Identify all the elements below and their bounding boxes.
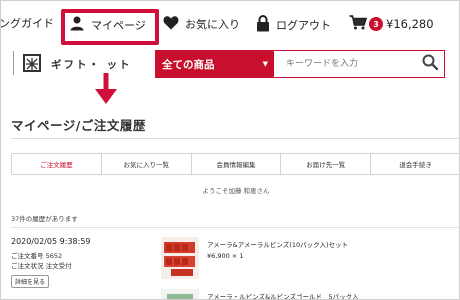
tab-member-edit[interactable]: 会員情報編集: [192, 154, 282, 174]
nav-favorites-link[interactable]: お気に入り: [163, 15, 240, 33]
product-price: ¥6,900 × 1: [207, 252, 244, 260]
product-name[interactable]: アメーラ・ルビンズ&ルビンズゴールド 5パック入: [207, 291, 359, 299]
site-logo-text[interactable]: ギフト・ ット: [51, 57, 132, 72]
search-button[interactable]: [416, 51, 444, 77]
nav-guide-link[interactable]: ングガイド: [0, 15, 54, 31]
title-divider: [11, 138, 459, 139]
product-image[interactable]: [161, 289, 199, 299]
nav-guide-label: ングガイド: [0, 17, 54, 30]
tab-order-history[interactable]: ご注文履歴: [12, 154, 102, 174]
cart-total: ¥16,280: [386, 17, 434, 31]
page-title: マイページ/ご注文履歴: [11, 118, 146, 133]
page-frame: ングガイド マイページ お気に入り ログアウト 3 ¥16,280 ギフト・ ッ…: [0, 0, 460, 300]
order-detail-button[interactable]: 詳細を見る: [11, 275, 49, 288]
caret-down-icon: ▼: [262, 60, 268, 68]
tab-favorites[interactable]: お気に入り一覧: [102, 154, 192, 174]
lock-icon: [256, 15, 270, 35]
nav-logout-link[interactable]: ログアウト: [256, 15, 331, 35]
welcome-message: ようこそ加藤 和恵さん: [202, 187, 270, 195]
nav-favorites-label: お気に入り: [185, 18, 240, 31]
site-logo-icon[interactable]: [23, 54, 41, 72]
search-category-label: 全ての商品: [162, 58, 215, 71]
product-image[interactable]: [161, 237, 199, 279]
order-number: ご注文番号 5652: [11, 252, 63, 260]
search-input[interactable]: [274, 51, 416, 77]
mypage-highlight-box: [61, 9, 159, 45]
cart-icon: [349, 15, 368, 33]
cart-count-badge: 3: [369, 17, 383, 31]
nav-logout-label: ログアウト: [276, 19, 331, 32]
mypage-tabs: ご注文履歴 お気に入り一覧 会員情報編集 お届け先一覧 退会手続き: [11, 153, 459, 175]
search-icon: [422, 54, 439, 74]
order-status: ご注文状況 注文受付: [11, 262, 72, 270]
order-date: 2020/02/05 9:38:59: [11, 237, 91, 246]
nav-cart-link[interactable]: 3 ¥16,280: [349, 15, 434, 33]
heart-icon: [163, 15, 179, 33]
logo-divider: [13, 51, 14, 75]
search-category-select[interactable]: 全ての商品 ▼: [156, 51, 274, 77]
down-arrow-icon: [94, 73, 118, 109]
history-count: 37件の履歴があります: [11, 215, 78, 223]
product-name[interactable]: アメーラ&アメーラルビンズ(10パック入)セット: [207, 239, 348, 249]
tab-delivery[interactable]: お届け先一覧: [281, 154, 372, 174]
search-bar: 全ての商品 ▼: [155, 50, 445, 78]
tab-withdraw[interactable]: 退会手続き: [371, 154, 459, 174]
history-divider: [11, 227, 459, 228]
